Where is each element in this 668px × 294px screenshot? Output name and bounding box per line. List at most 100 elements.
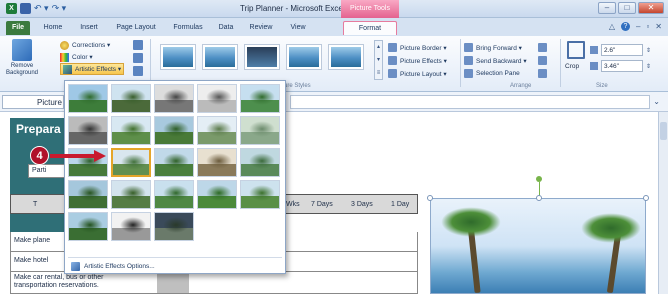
artistic-effect-thumbnail[interactable] [240, 148, 280, 177]
change-picture-icon[interactable] [133, 53, 143, 63]
artistic-effects-options-item[interactable]: Artistic Effects Options... [71, 261, 155, 272]
adjust-group: Corrections ▾ Color ▾ Artistic Effects ▾ [60, 39, 125, 75]
resize-handle[interactable] [427, 195, 433, 201]
selection-pane-button[interactable]: Selection Pane [464, 67, 527, 80]
crop-label: Crop [565, 63, 580, 70]
artistic-effect-thumbnail[interactable] [154, 116, 194, 145]
height-spinner[interactable]: ⇕ [646, 47, 651, 54]
remove-background-label-1: Remove [10, 63, 34, 69]
artistic-effect-thumbnail[interactable] [240, 116, 280, 145]
vertical-scrollbar[interactable] [658, 112, 668, 294]
remove-background-icon [12, 39, 32, 61]
send-backward-icon [464, 56, 473, 65]
height-input[interactable]: 2.6" [601, 44, 643, 56]
remove-background-label-2: Background [5, 70, 39, 76]
compress-pictures-icon[interactable] [133, 40, 143, 50]
artistic-effect-thumbnail[interactable] [68, 84, 108, 113]
send-backward-button[interactable]: Send Backward ▾ [464, 54, 527, 67]
artistic-effects-options-label: Artistic Effects Options... [84, 263, 155, 270]
tab-page-layout[interactable]: Page Layout [112, 21, 160, 35]
artistic-effect-thumbnail[interactable] [111, 212, 151, 241]
artistic-effects-button[interactable]: Artistic Effects ▾ [60, 63, 125, 75]
artistic-effect-thumbnail[interactable] [111, 180, 151, 209]
tab-insert[interactable]: Insert [76, 21, 102, 35]
artistic-effect-thumbnail[interactable] [154, 148, 194, 177]
minimize-button[interactable]: – [598, 2, 616, 14]
picture-style-5[interactable] [328, 44, 364, 70]
resize-handle[interactable] [536, 195, 542, 201]
tab-formulas[interactable]: Formulas [168, 21, 208, 35]
group-separator [560, 39, 561, 87]
width-spinner[interactable]: ⇕ [646, 63, 651, 70]
picture-border-button[interactable]: Picture Border ▾ [388, 41, 447, 54]
maximize-button[interactable]: □ [618, 2, 636, 14]
adjust-small-buttons [133, 40, 145, 79]
artistic-effect-thumbnail[interactable] [240, 84, 280, 113]
resize-handle[interactable] [643, 195, 649, 201]
width-icon [590, 62, 598, 70]
window-restore-icon[interactable]: ▫ [646, 22, 649, 31]
window-close-icon[interactable]: ✕ [655, 22, 662, 31]
picture-effects-button[interactable]: Picture Effects ▾ [388, 54, 447, 67]
rotate-button[interactable] [538, 67, 547, 80]
color-button[interactable]: Color ▾ [60, 51, 124, 63]
artistic-effect-thumbnail[interactable] [240, 180, 280, 209]
artistic-effect-thumbnail[interactable] [68, 180, 108, 209]
tab-data[interactable]: Data [214, 21, 238, 35]
undo-icon[interactable]: ↶ ▾ [34, 3, 49, 14]
help-icon[interactable]: ? [621, 22, 630, 31]
palm-tree-picture[interactable] [430, 198, 646, 294]
artistic-effect-thumbnail[interactable] [197, 116, 237, 145]
bring-forward-button[interactable]: Bring Forward ▾ [464, 41, 527, 54]
artistic-effects-icon [63, 64, 72, 74]
dropdown-separator [68, 257, 282, 258]
artistic-effect-thumbnail[interactable] [197, 148, 237, 177]
tab-review[interactable]: Review [244, 21, 278, 35]
styles-gallery-scroll[interactable]: ▴ ▾ ≡ [374, 40, 383, 80]
width-input[interactable]: 3.46" [601, 60, 643, 72]
step-callout-badge: 4 [30, 146, 49, 165]
corrections-button[interactable]: Corrections ▾ [60, 39, 124, 51]
header-7-days: 7 Days [311, 201, 333, 208]
remove-background-button[interactable]: Remove Background [2, 38, 42, 86]
save-icon[interactable] [20, 3, 31, 14]
reset-picture-icon[interactable] [133, 66, 143, 76]
artistic-effect-thumbnail[interactable] [197, 84, 237, 113]
artistic-effect-thumbnail[interactable] [68, 212, 108, 241]
expand-formula-bar-icon[interactable]: ⌄ [653, 97, 660, 106]
picture-style-3[interactable] [244, 44, 280, 70]
picture-style-2[interactable] [202, 44, 238, 70]
align-button[interactable] [538, 41, 547, 54]
tab-format[interactable]: Format [343, 21, 397, 35]
tab-file[interactable]: File [6, 21, 30, 35]
artistic-effect-thumbnail[interactable] [111, 148, 151, 177]
artistic-effect-thumbnail[interactable] [154, 212, 194, 241]
close-button[interactable]: ✕ [638, 2, 664, 14]
formula-input[interactable] [290, 95, 650, 109]
artistic-effect-thumbnail[interactable] [68, 116, 108, 145]
group-separator [460, 39, 461, 87]
picture-layout-button[interactable]: Picture Layout ▾ [388, 67, 447, 80]
artistic-effect-thumbnail[interactable] [154, 84, 194, 113]
arrange-small-buttons [538, 41, 547, 80]
callout-arrow-icon [50, 150, 110, 162]
artistic-effect-thumbnail[interactable] [197, 180, 237, 209]
artistic-effect-thumbnail[interactable] [111, 116, 151, 145]
window-minimize-icon[interactable]: – [636, 22, 640, 31]
arrange-group-label: Arrange [510, 83, 532, 89]
picture-style-4[interactable] [286, 44, 322, 70]
tab-home[interactable]: Home [40, 21, 66, 35]
redo-icon[interactable]: ↷ ▾ [52, 3, 67, 14]
picture-style-1[interactable] [160, 44, 196, 70]
picture-border-label: Picture Border ▾ [400, 44, 447, 52]
crop-button[interactable]: Crop [565, 41, 585, 70]
table-row[interactable]: Make car rental, bus or other transporta… [10, 272, 418, 294]
tab-view[interactable]: View [284, 21, 312, 35]
name-box[interactable]: Picture [2, 95, 64, 109]
artistic-effect-thumbnail[interactable] [111, 84, 151, 113]
artistic-effect-thumbnail[interactable] [154, 180, 194, 209]
partial-button[interactable]: Parti [28, 164, 68, 178]
palm-fronds [581, 213, 641, 243]
group-button[interactable] [538, 54, 547, 67]
minimize-ribbon-icon[interactable]: △ [609, 22, 615, 31]
